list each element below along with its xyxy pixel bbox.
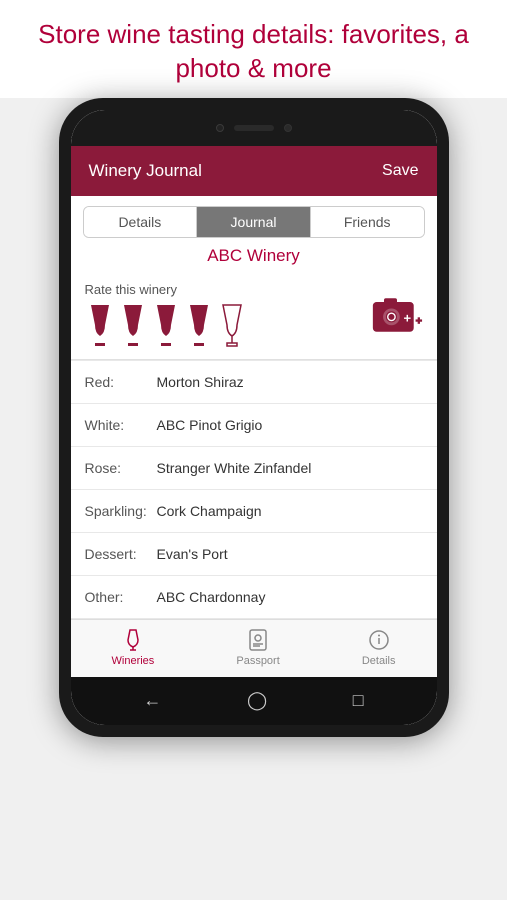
tab-bar: Details Journal Friends bbox=[83, 206, 425, 238]
wine-label-sparkling: Sparkling: bbox=[85, 503, 157, 519]
wine-value-dessert: Evan's Port bbox=[157, 546, 228, 562]
wine-row-red: Red: Morton Shiraz bbox=[71, 360, 437, 404]
camera-button[interactable]: + bbox=[371, 294, 423, 336]
wine-row-sparkling: Sparkling: Cork Champaign bbox=[71, 490, 437, 533]
svg-text:+: + bbox=[403, 311, 411, 326]
app-header: Winery Journal Save bbox=[71, 146, 437, 196]
wine-value-red: Morton Shiraz bbox=[157, 374, 244, 390]
speaker bbox=[234, 125, 274, 131]
app-title: Winery Journal bbox=[89, 161, 202, 181]
wine-value-rose: Stranger White Zinfandel bbox=[157, 460, 312, 476]
wine-row-other: Other: ABC Chardonnay bbox=[71, 576, 437, 619]
nav-details-label: Details bbox=[362, 655, 396, 667]
nav-wineries-label: Wineries bbox=[112, 655, 155, 667]
phone-top-bar bbox=[71, 110, 437, 146]
nav-passport[interactable]: Passport bbox=[236, 628, 279, 667]
tab-journal[interactable]: Journal bbox=[197, 207, 311, 237]
save-button[interactable]: Save bbox=[382, 162, 418, 180]
back-button[interactable]: ← bbox=[143, 690, 161, 711]
glass-filled-1[interactable] bbox=[85, 303, 115, 349]
glass-filled-2[interactable] bbox=[118, 303, 148, 349]
wineries-icon bbox=[119, 628, 147, 652]
passport-icon bbox=[244, 628, 272, 652]
wine-label-dessert: Dessert: bbox=[85, 546, 157, 562]
rating-section: Rate this winery bbox=[71, 276, 437, 360]
wine-label-rose: Rose: bbox=[85, 460, 157, 476]
front-camera bbox=[216, 124, 224, 132]
wine-value-other: ABC Chardonnay bbox=[157, 589, 266, 605]
nav-details[interactable]: Details bbox=[362, 628, 396, 667]
glass-filled-4[interactable] bbox=[184, 303, 214, 349]
tab-details[interactable]: Details bbox=[84, 207, 198, 237]
nav-passport-label: Passport bbox=[236, 655, 279, 667]
winery-name: ABC Winery bbox=[71, 246, 437, 266]
banner-text: Store wine tasting details: favorites, a… bbox=[30, 18, 477, 86]
wine-value-white: ABC Pinot Grigio bbox=[157, 417, 263, 433]
tab-friends[interactable]: Friends bbox=[311, 207, 424, 237]
home-button[interactable]: ◯ bbox=[247, 690, 267, 711]
details-nav-icon bbox=[365, 628, 393, 652]
glass-empty-5[interactable] bbox=[217, 303, 247, 349]
camera-icon: + bbox=[371, 294, 423, 336]
wine-label-red: Red: bbox=[85, 374, 157, 390]
wine-row-dessert: Dessert: Evan's Port bbox=[71, 533, 437, 576]
wine-label-other: Other: bbox=[85, 589, 157, 605]
nav-wineries[interactable]: Wineries bbox=[112, 628, 155, 667]
wine-glasses[interactable] bbox=[85, 303, 247, 349]
wine-row-rose: Rose: Stranger White Zinfandel bbox=[71, 447, 437, 490]
bottom-nav: Wineries Passport bbox=[71, 619, 437, 677]
glass-filled-3[interactable] bbox=[151, 303, 181, 349]
wine-row-white: White: ABC Pinot Grigio bbox=[71, 404, 437, 447]
wine-label-white: White: bbox=[85, 417, 157, 433]
phone-bottom-bar: ← ◯ □ bbox=[71, 677, 437, 725]
rating-label: Rate this winery bbox=[85, 282, 247, 297]
phone-inner: Winery Journal Save Details Journal Frie… bbox=[71, 110, 437, 725]
sensor bbox=[284, 124, 292, 132]
phone-frame: Winery Journal Save Details Journal Frie… bbox=[59, 98, 449, 737]
recents-button[interactable]: □ bbox=[353, 690, 364, 711]
top-banner: Store wine tasting details: favorites, a… bbox=[0, 0, 507, 98]
rating-left: Rate this winery bbox=[85, 282, 247, 349]
wine-list: Red: Morton Shiraz White: ABC Pinot Grig… bbox=[71, 360, 437, 619]
wine-value-sparkling: Cork Champaign bbox=[157, 503, 262, 519]
